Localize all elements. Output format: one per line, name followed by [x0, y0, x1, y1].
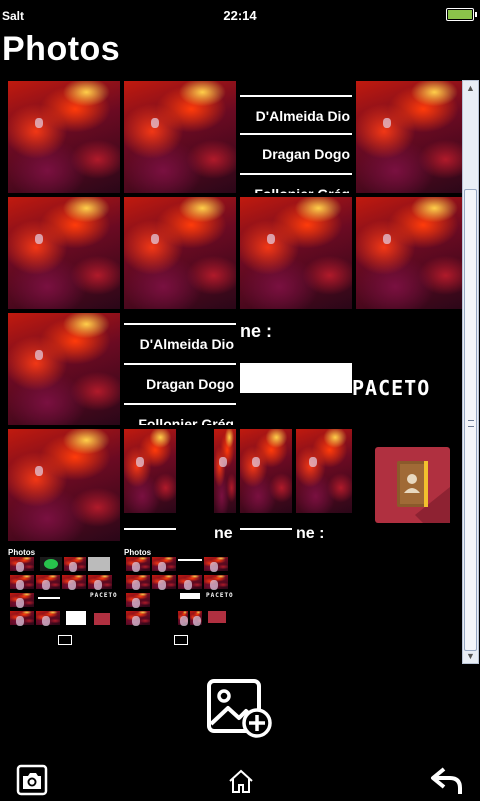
home-icon: [229, 769, 253, 793]
mini-title: Photos: [8, 548, 36, 557]
camera-button[interactable]: [16, 764, 48, 796]
list-item: Dragan Dogo: [124, 363, 236, 401]
mini-photo: [204, 557, 228, 572]
screenshot-thumbnail[interactable]: PACETO: [352, 313, 462, 425]
photo-thumbnail[interactable]: [8, 197, 120, 309]
scroll-down-icon[interactable]: ▼: [463, 649, 478, 663]
mini-photo: [64, 557, 86, 572]
camera-icon: [16, 764, 48, 796]
divider: [124, 528, 176, 530]
field-label: ne :: [296, 525, 325, 541]
mini-screen: [88, 557, 110, 571]
mini-photo: [36, 611, 60, 626]
input-field: [66, 611, 86, 625]
page-title: Photos: [2, 30, 121, 68]
screenshot-thumbnail[interactable]: D'Almeida Dio Dragan Dogo Follonier Grég: [124, 313, 236, 425]
field-label: ne :: [240, 321, 273, 341]
photo-thumbnail[interactable]: [8, 81, 120, 193]
photo-thumbnail[interactable]: [124, 197, 236, 309]
home-button[interactable]: [228, 768, 254, 794]
list-item: D'Almeida Dio: [124, 323, 236, 361]
status-bar: Salt 22:14: [0, 0, 480, 30]
add-photo-icon: [58, 635, 72, 645]
add-photo-button[interactable]: [206, 678, 274, 740]
mini-photo: [62, 575, 86, 590]
mini-photo: [240, 429, 292, 513]
list-item: Follonier Grég: [240, 173, 352, 193]
mini-photo: [126, 611, 150, 626]
scroll-up-icon[interactable]: ▲: [463, 81, 478, 95]
mini-photo: [178, 575, 202, 590]
screenshot-thumbnail[interactable]: ne :: [240, 429, 352, 541]
mini-photo: [296, 429, 352, 513]
photo-thumbnail[interactable]: [356, 81, 462, 193]
contacts-book-icon[interactable]: [375, 447, 450, 523]
mini-photo: [10, 557, 34, 572]
banner-text: PACETO: [352, 376, 431, 400]
divider: [240, 528, 292, 530]
banner-text: PACETO: [206, 592, 234, 599]
screenshot-thumbnail[interactable]: ne :: [240, 313, 352, 425]
input-field: [180, 593, 200, 599]
screenshot-thumbnail[interactable]: Photos PACETO: [124, 545, 236, 657]
mini-photo: [88, 575, 112, 590]
mini-photo: [10, 593, 34, 608]
mini-photo: [214, 429, 236, 513]
mini-photo: [36, 575, 60, 590]
screenshot-thumbnail[interactable]: ne :: [124, 429, 236, 541]
contacts-book-icon: [208, 611, 226, 623]
photo-thumbnail[interactable]: [8, 429, 120, 541]
list-item: D'Almeida Dio: [240, 95, 352, 133]
mini-photo: [190, 611, 202, 626]
mini-photo: [126, 575, 150, 590]
mini-photo: [124, 429, 176, 513]
photo-thumbnail[interactable]: [8, 313, 120, 425]
list-item: Follonier Grég: [124, 403, 236, 425]
divider: [178, 559, 202, 561]
mini-photo: [204, 575, 228, 590]
mini-title: Photos: [124, 548, 152, 557]
contacts-book-icon: [94, 613, 110, 625]
field-label: ne :: [214, 525, 236, 541]
mini-photo: [152, 575, 176, 590]
divider: [38, 597, 60, 599]
scrollbar[interactable]: ▲ ▼: [462, 80, 479, 664]
scroll-thumb[interactable]: [464, 189, 477, 651]
photo-thumbnail[interactable]: [240, 197, 352, 309]
mini-photo: [126, 557, 150, 572]
battery-icon: [446, 8, 477, 21]
grip-icon: [468, 420, 474, 427]
back-button[interactable]: [430, 766, 464, 796]
bottom-navigation: [0, 760, 480, 800]
mini-photo: [178, 611, 189, 626]
input-field: [240, 363, 352, 393]
list-item: Dragan Dogo: [240, 133, 352, 171]
screenshot-thumbnail[interactable]: Photos PACETO: [8, 545, 120, 657]
photo-thumbnail[interactable]: [124, 81, 236, 193]
photo-thumbnail[interactable]: [356, 197, 462, 309]
mini-photo: [10, 611, 34, 626]
mini-photo: [10, 575, 34, 590]
clock: 22:14: [223, 8, 257, 23]
screenshot-thumbnail[interactable]: D'Almeida Dio Dragan Dogo Follonier Grég: [240, 81, 352, 193]
mini-screen: [40, 557, 62, 571]
add-photo-icon: [207, 679, 272, 738]
banner-text: PACETO: [90, 592, 118, 599]
back-arrow-icon: [431, 767, 462, 794]
add-photo-icon: [174, 635, 188, 645]
photo-grid: D'Almeida Dio Dragan Dogo Follonier Grég…: [0, 80, 462, 664]
mini-photo: [126, 593, 150, 608]
mini-photo: [152, 557, 176, 572]
